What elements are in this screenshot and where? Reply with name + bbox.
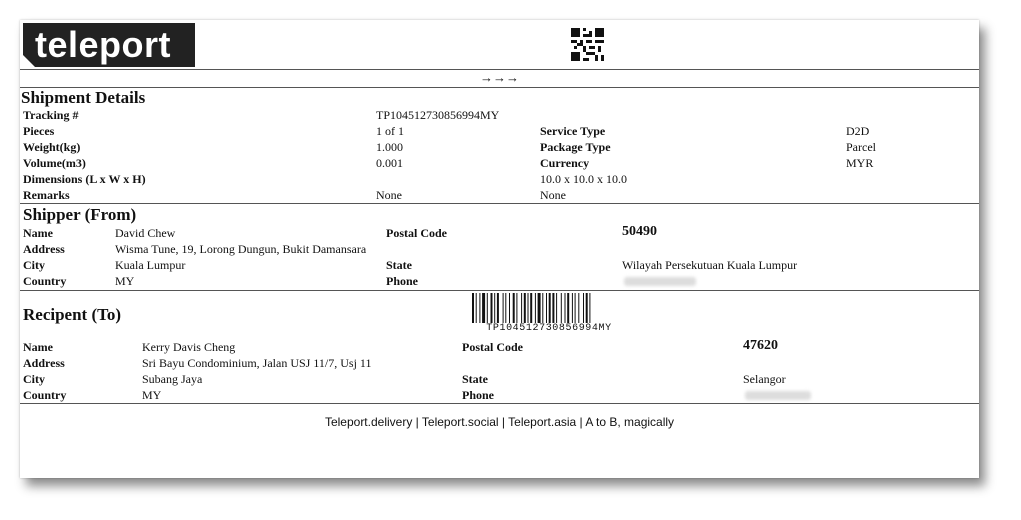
footer-text: Teleport.delivery | Teleport.social | Te… [324,415,675,429]
pieces-value: 1 of 1 [376,124,404,138]
shipper-phone-label: Phone [386,274,419,288]
dimensions-label: Dimensions (L x W x H) [23,172,146,186]
shipper-address-label: Address [23,242,65,256]
recipient-country-value: MY [142,388,162,402]
shipper-phone-redacted [624,277,696,286]
shipper-postal-value: 50490 [622,224,657,239]
weight-value: 1.000 [376,140,403,154]
service-type-value: D2D [846,124,870,138]
volume-value: 0.001 [376,156,403,170]
teleport-logo: teleport [23,23,195,67]
barcode-text: TP104512730856994MY [486,323,612,334]
divider [20,290,979,291]
recipient-city-value: Subang Jaya [142,372,203,386]
shipper-postal-label: Postal Code [386,226,447,240]
recipient-phone-redacted [745,391,811,400]
recipient-postal-label: Postal Code [462,340,523,354]
recipient-postal-value: 47620 [743,338,778,353]
currency-value: MYR [846,156,874,170]
shipper-city-value: Kuala Lumpur [115,258,186,272]
recipient-city-label: City [23,372,45,386]
shipper-name-label: Name [23,226,53,240]
shipper-state-value: Wilayah Persekutuan Kuala Lumpur [622,258,798,272]
shipper-city-label: City [23,258,45,272]
shipper-title: Shipper (From) [23,205,137,224]
recipient-address-label: Address [23,356,65,370]
remarks-value: None [376,188,402,202]
shipper-address-value: Wisma Tune, 19, Lorong Dungun, Bukit Dam… [115,242,367,256]
recipient-state-label: State [462,372,488,386]
package-type-label: Package Type [540,140,611,154]
shipper-country-value: MY [115,274,135,288]
shipping-label: teleport →→→ Shipment Details Tracking #… [20,20,979,478]
remarks-label: Remarks [23,188,70,202]
remarks-value-secondary: None [540,188,566,202]
direction-arrows: →→→ [480,70,519,85]
pieces-label: Pieces [23,124,55,138]
recipient-name-label: Name [23,340,53,354]
recipient-address-value: Sri Bayu Condominium, Jalan USJ 11/7, Us… [142,356,372,370]
divider [20,203,979,204]
recipient-name-value: Kerry Davis Cheng [142,340,236,354]
service-type-label: Service Type [540,124,606,138]
qr-code-icon [571,28,604,61]
recipient-state-value: Selangor [743,372,786,386]
package-type-value: Parcel [846,140,876,154]
shipper-country-label: Country [23,274,67,288]
divider [20,87,979,88]
currency-label: Currency [540,156,590,170]
weight-label: Weight(kg) [23,140,81,154]
recipient-country-label: Country [23,388,67,402]
shipper-state-label: State [386,258,412,272]
tracking-value: TP104512730856994MY [376,108,500,122]
shipper-name-value: David Chew [115,226,176,240]
tracking-label: Tracking # [23,108,79,122]
recipient-phone-label: Phone [462,388,495,402]
volume-label: Volume(m3) [23,156,86,170]
shipment-details-title: Shipment Details [21,88,146,107]
recipient-title: Recipent (To) [23,305,122,324]
divider [20,403,979,404]
dimensions-value: 10.0 x 10.0 x 10.0 [540,172,627,186]
